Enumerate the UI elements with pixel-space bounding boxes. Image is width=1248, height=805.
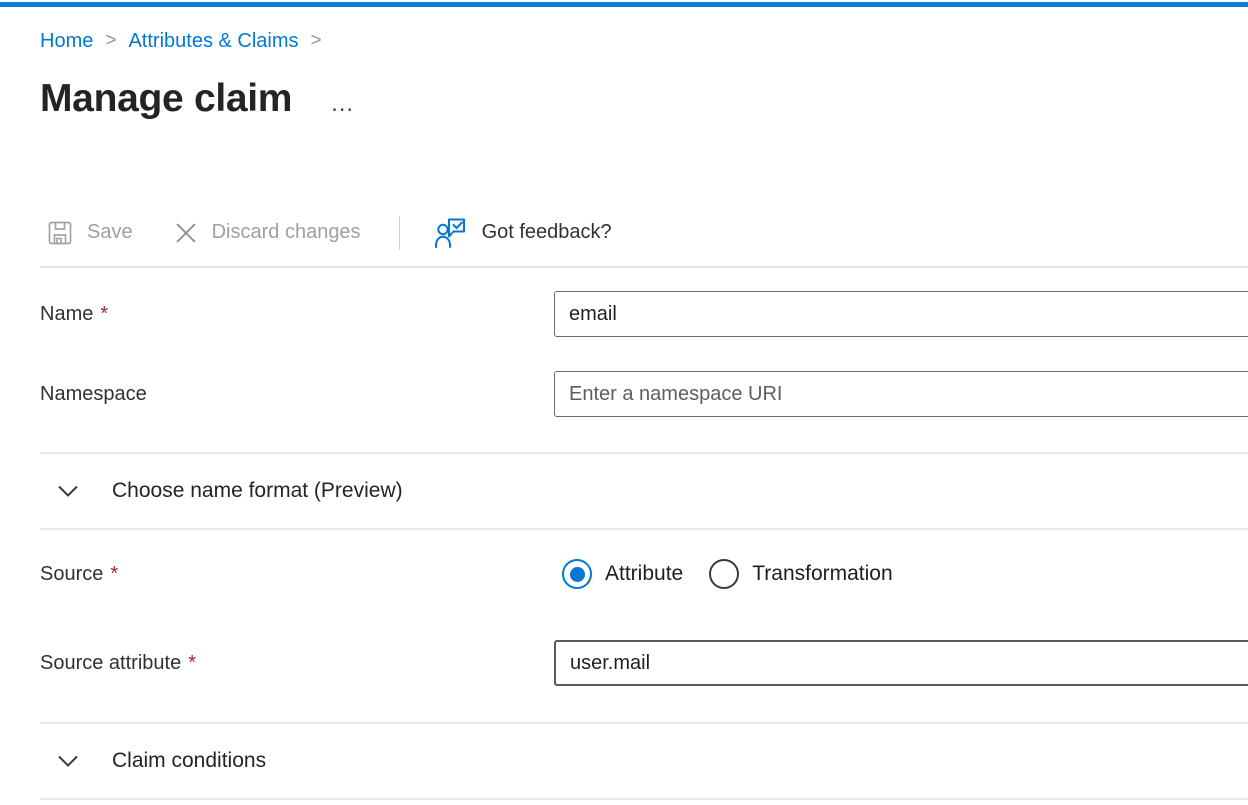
feedback-button-label: Got feedback? [482,221,612,244]
more-options-icon[interactable]: … [330,99,356,109]
source-attribute-combobox[interactable] [554,640,1248,686]
name-field-label: Name [40,303,93,326]
radio-unselected-icon [709,559,739,589]
save-button[interactable]: Save [46,219,133,247]
breadcrumb-home-link[interactable]: Home [40,28,93,54]
page-title: Manage claim [40,77,292,121]
manage-claim-pane: Home > Attributes & Claims > Manage clai… [0,28,1248,800]
discard-button-label: Discard changes [212,221,361,244]
name-field-row: Name * [40,291,1248,337]
section-rule [40,798,1248,800]
breadcrumb: Home > Attributes & Claims > [40,28,1248,54]
source-attribute-field-row: Source attribute * [40,640,1248,686]
source-attribute-radio-label: Attribute [605,562,683,586]
name-input[interactable] [554,291,1248,337]
required-asterisk: * [188,652,196,675]
choose-name-format-section-toggle[interactable]: Choose name format (Preview) [40,454,1248,528]
command-bar: Save Discard changes Got feedback? [40,210,1248,255]
discard-changes-button[interactable]: Discard changes [173,220,361,246]
source-field-label: Source [40,563,103,586]
breadcrumb-separator-icon: > [105,28,116,54]
source-attribute-radio[interactable]: Attribute [562,559,683,589]
save-button-label: Save [87,221,133,244]
source-field-row: Source * Attribute Transformation [40,552,1248,596]
chevron-down-icon [57,754,79,768]
choose-name-format-section-label: Choose name format (Preview) [112,479,403,503]
chevron-down-icon [57,484,79,498]
page-header: Manage claim … [40,74,1248,124]
feedback-person-chat-icon [434,216,469,249]
toolbar-bottom-rule [40,266,1248,268]
required-asterisk: * [100,303,108,326]
section-rule [40,528,1248,530]
source-transformation-radio-label: Transformation [752,562,892,586]
source-transformation-radio[interactable]: Transformation [709,559,892,589]
breadcrumb-attributes-claims-link[interactable]: Attributes & Claims [128,28,298,54]
claim-conditions-section-label: Claim conditions [112,749,266,773]
required-asterisk: * [110,563,118,586]
breadcrumb-separator-icon: > [311,28,322,54]
toolbar-divider [399,216,400,250]
radio-selected-icon [562,559,592,589]
top-accent-bar [0,2,1248,7]
claim-conditions-section-toggle[interactable]: Claim conditions [40,724,1248,798]
discard-x-icon [173,220,199,246]
namespace-field-label: Namespace [40,383,147,406]
namespace-field-row: Namespace [40,371,1248,417]
source-radio-group: Attribute Transformation [554,552,1248,596]
got-feedback-button[interactable]: Got feedback? [434,216,612,249]
save-icon [46,219,74,247]
namespace-input[interactable] [554,371,1248,417]
source-attribute-field-label: Source attribute [40,652,181,675]
